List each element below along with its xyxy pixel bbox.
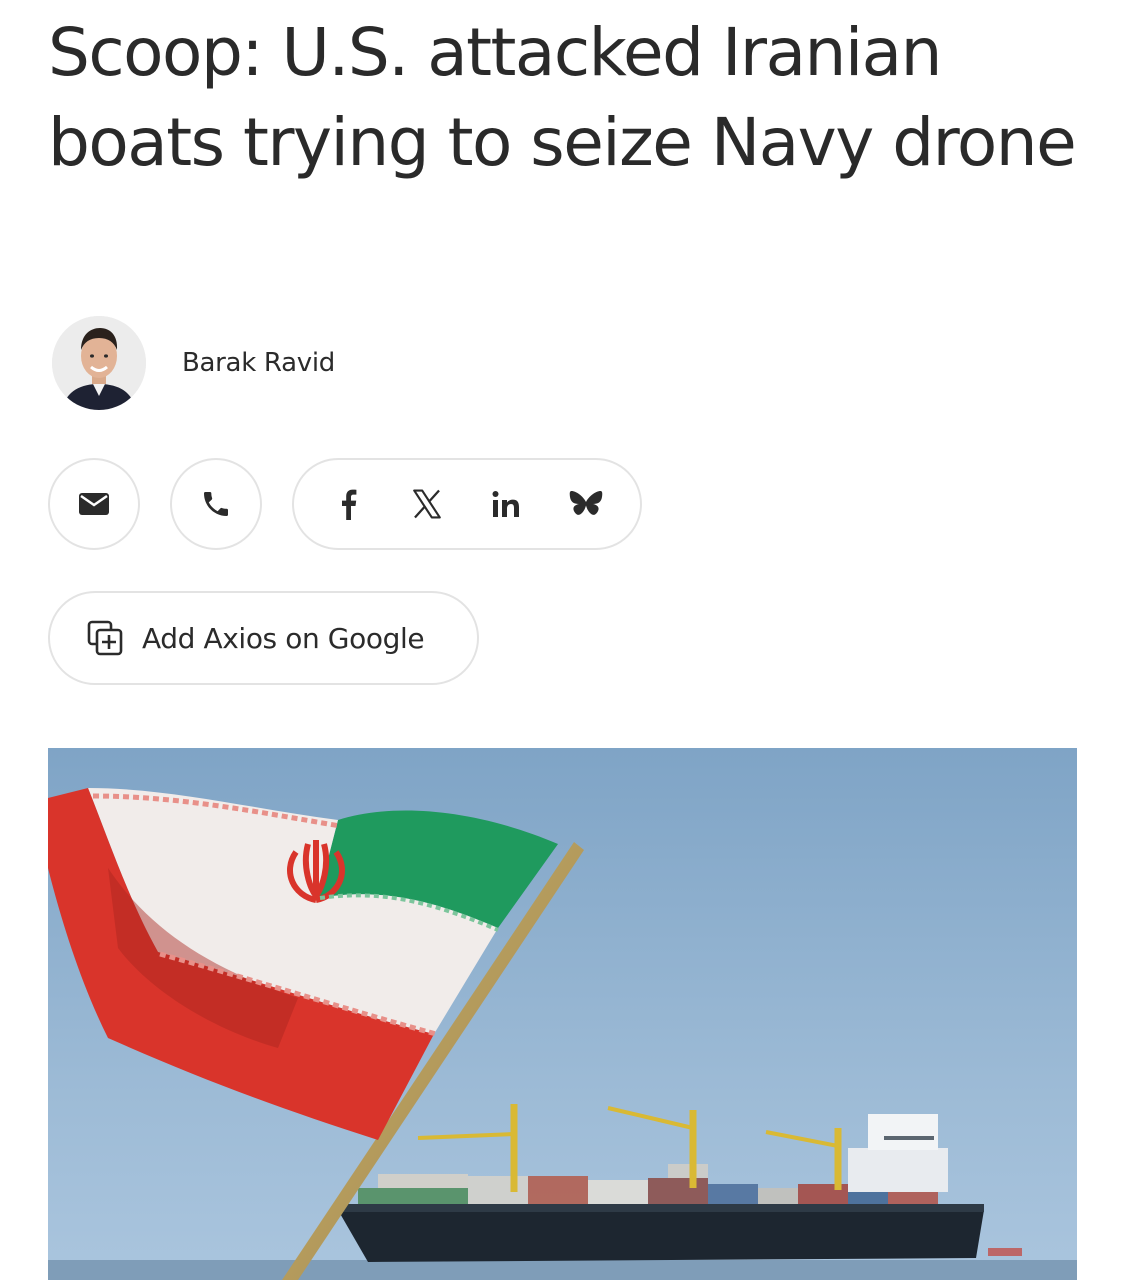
byline: Barak Ravid — [52, 316, 335, 410]
bluesky-share-button[interactable] — [558, 476, 614, 532]
x-share-button[interactable] — [399, 476, 455, 532]
author-name[interactable]: Barak Ravid — [182, 348, 335, 378]
social-share-group — [292, 458, 642, 550]
linkedin-share-button[interactable] — [479, 476, 535, 532]
share-row — [48, 458, 642, 550]
article-headline: Scoop: U.S. attacked Iranian boats tryin… — [48, 14, 1077, 181]
hero-photo-iranian-flag-cargo-ship — [48, 748, 1077, 1280]
x-icon — [413, 489, 442, 519]
add-axios-on-google-button[interactable]: Add Axios on Google — [48, 591, 479, 685]
hero-image[interactable] — [48, 748, 1077, 1280]
facebook-share-button[interactable] — [320, 476, 376, 532]
phone-icon — [204, 492, 228, 516]
phone-share-button[interactable] — [170, 458, 262, 550]
add-to-collection-icon — [87, 620, 123, 656]
article-page: Scoop: U.S. attacked Iranian boats tryin… — [0, 0, 1125, 1280]
linkedin-icon — [492, 491, 519, 517]
bluesky-icon — [569, 491, 603, 515]
add-axios-label: Add Axios on Google — [142, 621, 425, 655]
author-avatar[interactable] — [52, 316, 146, 410]
email-share-button[interactable] — [48, 458, 140, 550]
envelope-icon — [79, 493, 109, 515]
facebook-icon — [341, 489, 357, 520]
